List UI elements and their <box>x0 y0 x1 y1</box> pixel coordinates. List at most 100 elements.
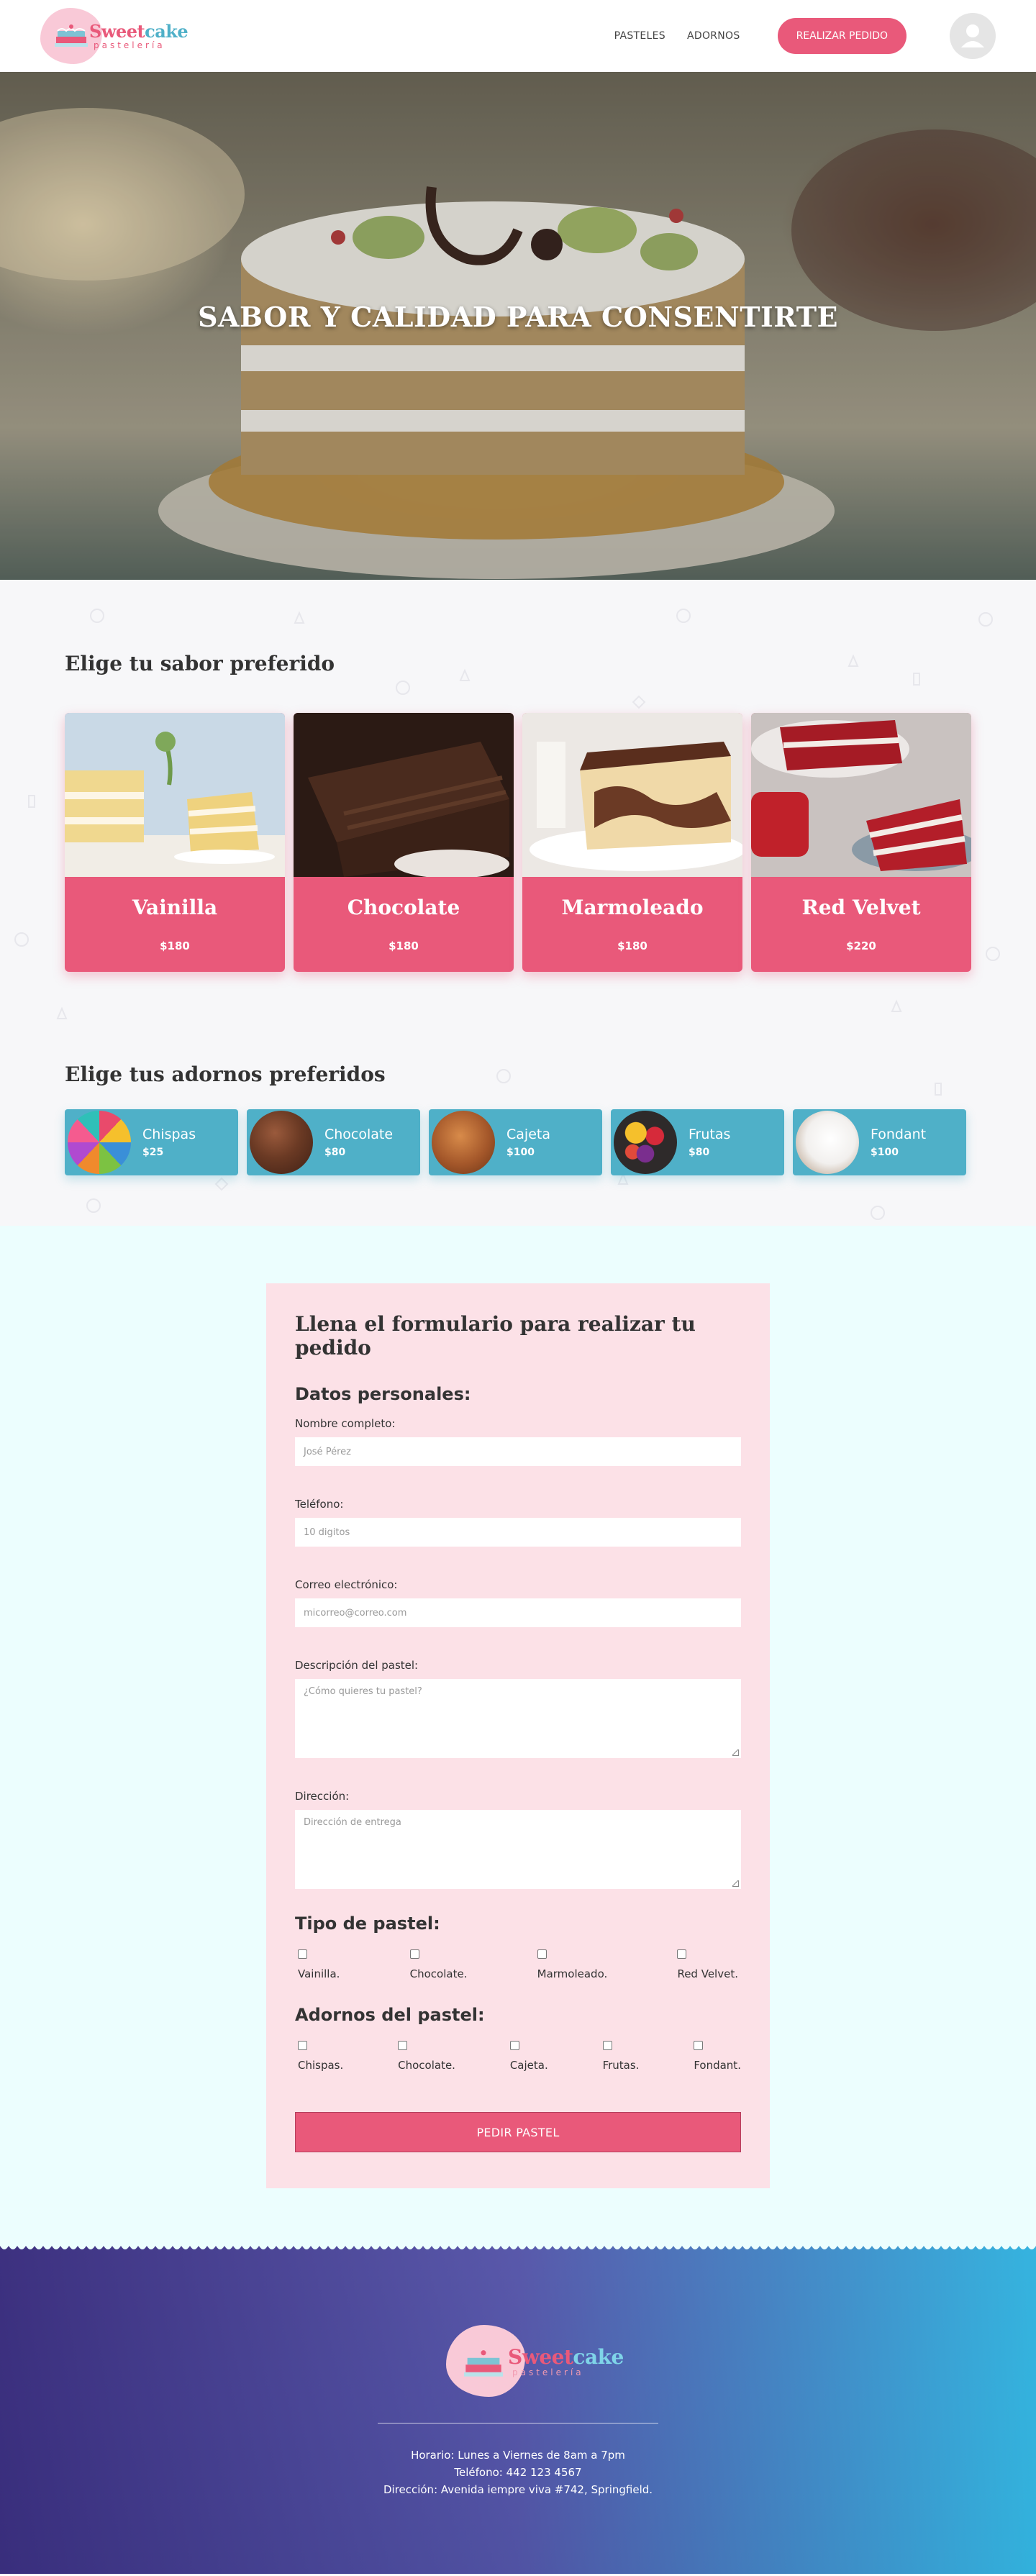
cake-type-option[interactable]: Marmoleado. <box>535 1949 608 1980</box>
phone-label: Teléfono: <box>295 1498 344 1511</box>
topping-name: Fondant <box>871 1127 927 1142</box>
flavor-price: $180 <box>388 939 419 952</box>
topping-name: Chispas <box>142 1127 196 1142</box>
email-field[interactable]: micorreo@correo.com <box>295 1598 741 1627</box>
user-avatar[interactable] <box>950 13 996 59</box>
footer-logo: Sweetcake pastelería <box>432 2325 624 2404</box>
checkbox[interactable] <box>694 2041 704 2050</box>
chocolate-cake-image <box>294 713 514 878</box>
fondant-image <box>796 1111 859 1174</box>
flavor-name: Vainilla <box>132 896 218 919</box>
checkbox[interactable] <box>298 1949 307 1959</box>
footer-info: Horario: Lunes a Viernes de 8am a 7pm Te… <box>0 2447 1036 2498</box>
checkbox[interactable] <box>509 2041 519 2050</box>
option-label: Chispas. <box>298 2059 344 2072</box>
order-button[interactable]: REALIZAR PEDIDO <box>777 18 906 54</box>
marmoleado-cake-image <box>522 713 742 877</box>
hero-banner: SABOR Y CALIDAD PARA CONSENTIRTE <box>0 72 1036 580</box>
flavor-card-vainilla[interactable]: Vainilla $180 <box>65 713 285 972</box>
option-label: Frutas. <box>602 2059 640 2072</box>
toppings-title: Elige tus adornos preferidos <box>65 1062 386 1086</box>
submit-order-button[interactable]: PEDIR PASTEL <box>295 2112 741 2152</box>
description-textarea[interactable]: ¿Cómo quieres tu pastel? <box>295 1679 741 1758</box>
topping-option[interactable]: Chispas. <box>295 2041 343 2072</box>
footer-phone: Teléfono: 442 123 4567 <box>454 2466 582 2479</box>
brand-logo[interactable]: Sweetcake pastelería <box>40 8 188 64</box>
topping-option[interactable]: Frutas. <box>600 2041 640 2072</box>
vainilla-cake-image <box>65 713 285 877</box>
topping-card-chispas[interactable]: Chispas $25 <box>65 1109 238 1175</box>
option-label: Chocolate. <box>409 1967 468 1980</box>
topping-option[interactable]: Cajeta. <box>507 2041 548 2072</box>
red-velvet-cake-image <box>751 713 971 877</box>
topping-text: Frutas $80 <box>689 1127 730 1158</box>
cake-type-option[interactable]: Vainilla. <box>295 1949 340 1980</box>
checkbox[interactable] <box>602 2041 612 2050</box>
flavor-price: $220 <box>846 939 876 952</box>
option-label: Cajeta. <box>509 2059 548 2072</box>
flavor-card-chocolate[interactable]: Chocolate $180 <box>294 713 514 972</box>
topping-card-fondant[interactable]: Fondant $100 <box>793 1109 966 1175</box>
topping-text: Chocolate $80 <box>324 1127 393 1158</box>
topping-option[interactable]: Fondant. <box>691 2041 741 2072</box>
cake-type-options: Vainilla. Chocolate. Marmoleado. Red Vel… <box>295 1949 741 1980</box>
cake-type-heading: Tipo de pastel: <box>295 1913 440 1934</box>
form-title: Llena el formulario para realizar tu ped… <box>295 1312 696 1360</box>
logo-word-cake: cake <box>145 21 188 42</box>
nav-links: PASTELES ADORNOS REALIZAR PEDIDO <box>614 13 996 59</box>
topping-price: $100 <box>506 1147 535 1158</box>
topping-price: $80 <box>324 1147 346 1158</box>
frutas-image <box>614 1111 677 1174</box>
products-section: Elige tu sabor preferido Vainilla $180 C… <box>0 580 1036 1226</box>
logo-tagline: pastelería <box>94 40 165 50</box>
logo-wordmark: Sweetcake <box>508 2345 624 2369</box>
topping-price: $25 <box>142 1147 164 1158</box>
topping-name: Chocolate <box>324 1127 394 1142</box>
toppings-list: Chispas $25 Chocolate $80 Cajeta $100 Fr… <box>65 1109 971 1175</box>
cake-type-option[interactable]: Red Velvet. <box>674 1949 738 1980</box>
flavors-list: Vainilla $180 Chocolate $180 Marmoleado … <box>65 713 971 972</box>
option-label: Fondant. <box>694 2059 741 2072</box>
flavor-price: $180 <box>160 939 190 952</box>
option-label: Marmoleado. <box>537 1967 608 1980</box>
nav-link-pasteles[interactable]: PASTELES <box>614 30 665 42</box>
name-label: Nombre completo: <box>295 1417 396 1430</box>
toppings-options: Chispas. Chocolate. Cajeta. Frutas. Fond… <box>295 2041 741 2072</box>
topping-card-frutas[interactable]: Frutas $80 <box>611 1109 784 1175</box>
checkbox[interactable] <box>298 2041 307 2050</box>
phone-field[interactable]: 10 digitos <box>295 1518 741 1547</box>
top-navbar: Sweetcake pastelería PASTELES ADORNOS RE… <box>0 0 1036 72</box>
flavor-name: Marmoleado <box>561 896 704 919</box>
flavor-card-marmoleado[interactable]: Marmoleado $180 <box>522 713 742 972</box>
description-label: Descripción del pastel: <box>295 1659 419 1672</box>
hero-title: SABOR Y CALIDAD PARA CONSENTIRTE <box>198 301 838 333</box>
chocolate-topping-image <box>250 1111 313 1174</box>
logo-wordmark: Sweetcake <box>89 21 188 42</box>
cake-type-option[interactable]: Chocolate. <box>407 1949 468 1980</box>
option-label: Red Velvet. <box>677 1967 738 1980</box>
topping-text: Chispas $25 <box>142 1127 196 1158</box>
topping-text: Cajeta $100 <box>506 1127 550 1158</box>
checkbox[interactable] <box>398 2041 408 2050</box>
footer-hours: Horario: Lunes a Viernes de 8am a 7pm <box>411 2449 625 2462</box>
toppings-heading: Adornos del pastel: <box>295 2005 485 2025</box>
name-field[interactable]: José Pérez <box>295 1437 741 1466</box>
topping-option[interactable]: Chocolate. <box>395 2041 455 2072</box>
nav-link-adornos[interactable]: ADORNOS <box>687 30 740 42</box>
topping-card-cajeta[interactable]: Cajeta $100 <box>429 1109 602 1175</box>
user-icon <box>961 24 984 47</box>
footer-wave-edge <box>0 2246 1036 2249</box>
email-label: Correo electrónico: <box>295 1578 398 1591</box>
checkbox[interactable] <box>409 1949 419 1959</box>
checkbox[interactable] <box>677 1949 687 1959</box>
footer-logo-text: Sweetcake pastelería <box>508 2345 624 2377</box>
flavors-title: Elige tu sabor preferido <box>65 652 335 675</box>
chispas-image <box>68 1111 131 1174</box>
address-textarea[interactable]: Dirección de entrega <box>295 1810 741 1889</box>
flavor-name: Red Velvet <box>801 896 921 919</box>
checkbox[interactable] <box>537 1949 547 1959</box>
flavor-card-red-velvet[interactable]: Red Velvet $220 <box>751 713 971 972</box>
topping-card-chocolate[interactable]: Chocolate $80 <box>247 1109 420 1175</box>
topping-price: $80 <box>689 1147 710 1158</box>
footer-content: Sweetcake pastelería Horario: Lunes a Vi… <box>0 2325 1036 2498</box>
